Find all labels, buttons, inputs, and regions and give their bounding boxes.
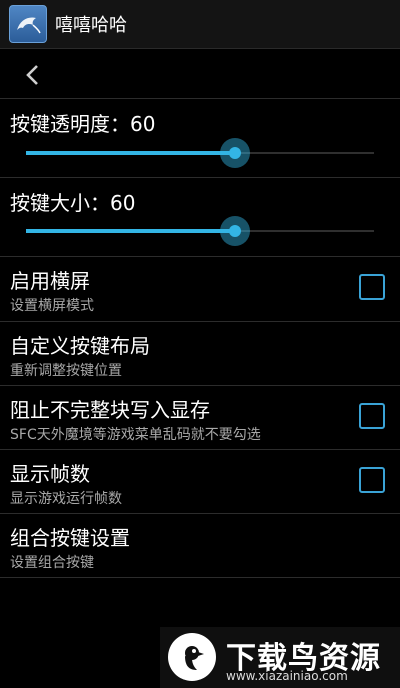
opacity-slider[interactable] [26, 138, 374, 168]
slider-label-opacity: 按键透明度：60 [10, 112, 156, 136]
divider [0, 177, 400, 178]
pref-subtitle: 设置组合按键 [10, 555, 94, 571]
pref-show-fps[interactable]: 显示帧数 显示游戏运行帧数 [0, 450, 400, 514]
mysql-dolphin-icon [9, 5, 47, 43]
chevron-left-icon [26, 65, 38, 85]
pref-subtitle: 重新调整按键位置 [10, 363, 122, 379]
app-title: 嘻嘻哈哈 [55, 15, 127, 36]
pref-subtitle: 显示游戏运行帧数 [10, 491, 122, 507]
divider [0, 98, 400, 99]
pref-subtitle: 设置横屏模式 [10, 298, 94, 314]
action-bar: 嘻嘻哈哈 [0, 0, 400, 49]
slider-block-opacity: 按键透明度：60 [0, 100, 400, 176]
pref-block-incomplete-vram[interactable]: 阻止不完整块写入显存 SFC天外魔境等游戏菜单乱码就不要勾选 [0, 386, 400, 450]
slider-fill [26, 229, 235, 233]
watermark: 下载鸟资源 www.xiazainiao.com [160, 627, 400, 688]
slider-label-size: 按键大小：60 [10, 191, 136, 215]
back-button[interactable] [18, 58, 50, 92]
slider-fill [26, 151, 235, 155]
back-row [0, 52, 400, 98]
pref-title: 显示帧数 [10, 462, 90, 486]
divider [0, 577, 400, 578]
pref-combo-keys[interactable]: 组合按键设置 设置组合按键 [0, 514, 400, 578]
pref-title: 阻止不完整块写入显存 [10, 398, 210, 422]
slider-block-size: 按键大小：60 [0, 179, 400, 255]
slider-thumb[interactable] [219, 138, 250, 168]
show-fps-checkbox[interactable] [359, 467, 385, 493]
block-vram-checkbox[interactable] [359, 403, 385, 429]
pref-subtitle: SFC天外魔境等游戏菜单乱码就不要勾选 [10, 427, 261, 443]
pref-title: 自定义按键布局 [10, 334, 150, 358]
watermark-url: www.xiazainiao.com [226, 669, 348, 683]
pref-custom-layout[interactable]: 自定义按键布局 重新调整按键位置 [0, 322, 400, 386]
pref-landscape[interactable]: 启用横屏 设置横屏模式 [0, 257, 400, 321]
landscape-checkbox[interactable] [359, 274, 385, 300]
bird-logo-icon [168, 633, 216, 681]
slider-thumb[interactable] [219, 216, 250, 246]
size-slider[interactable] [26, 216, 374, 246]
pref-title: 组合按键设置 [10, 526, 130, 550]
pref-title: 启用横屏 [10, 269, 90, 293]
